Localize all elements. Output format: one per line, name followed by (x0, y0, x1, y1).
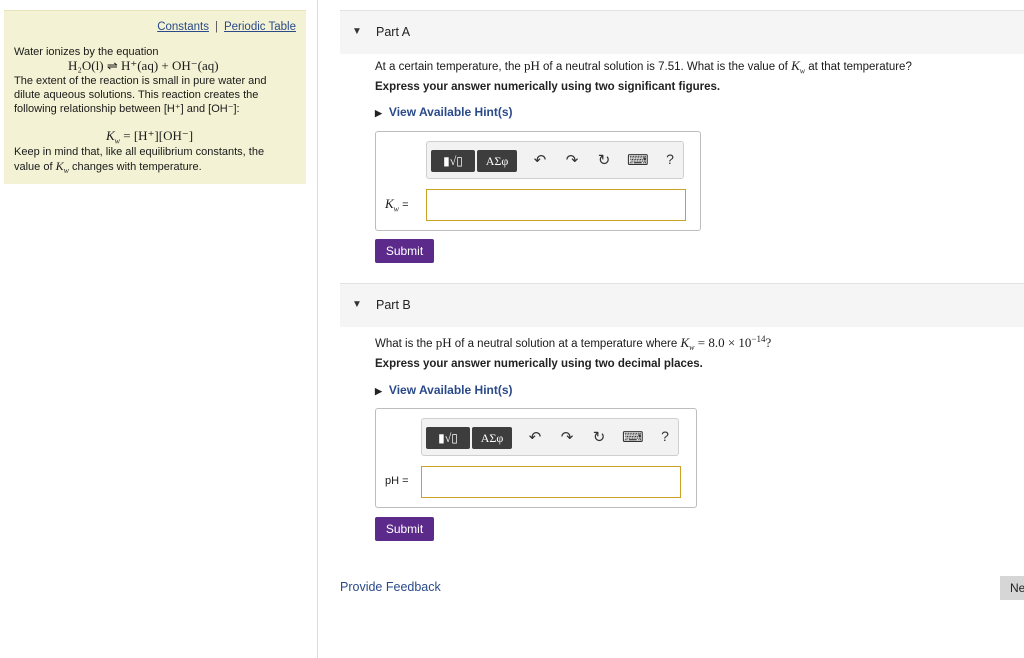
paragraph-2-text-a: value of (14, 161, 56, 173)
undo-icon[interactable]: ↶ (531, 151, 549, 169)
template-button[interactable]: ▮√▯ (431, 150, 475, 172)
intro-text: Water ionizes by the equation (14, 46, 159, 58)
reset-icon[interactable]: ↻ (590, 428, 608, 446)
hint-arrow-icon: ▶ (375, 108, 382, 118)
part-b-submit-button[interactable]: Submit (375, 517, 434, 541)
equals-sign: = (399, 199, 409, 211)
part-b-question-mid: of a neutral solution at a temperature w… (451, 337, 681, 350)
part-a-question-mid: of a neutral solution is 7.51. What is t… (539, 61, 792, 73)
part-b-answer-label: pH = (385, 475, 409, 487)
next-button[interactable]: Ne (1000, 576, 1024, 600)
part-b-title: Part B (376, 298, 411, 312)
paragraph-2-line-2: value of Kw changes with temperature. (14, 159, 302, 178)
paragraph-2-text-b: changes with temperature. (68, 161, 202, 173)
kw-exponent: −14 (751, 334, 766, 344)
undo-icon[interactable]: ↶ (526, 428, 544, 446)
link-separator: | (214, 21, 218, 33)
kw-symbol-label: K (385, 196, 394, 211)
ionization-equation: H₂O(l) ⇌ H⁺(aq) + OH⁻(aq) (68, 58, 219, 73)
paragraph-1-line-3: following relationship between [H⁺] and … (14, 103, 240, 115)
keyboard-icon[interactable]: ⌨ (627, 151, 649, 169)
paragraph-1: The extent of the reaction is small in p… (14, 74, 302, 116)
greek-symbols-button[interactable]: ΑΣφ (472, 427, 512, 449)
part-a-title: Part A (376, 25, 411, 39)
part-a-hint-label: View Available Hint(s) (388, 105, 513, 119)
part-b-answer-input[interactable] (421, 466, 681, 498)
part-a-question-post: at that temperature? (805, 61, 912, 73)
periodic-table-link[interactable]: Periodic Table (224, 21, 296, 33)
part-b-math-toolbar: ▮√▯ ΑΣφ ↶ ↷ ↻ ⌨ ? (421, 418, 679, 456)
kw-value: = 8.0 × 10 (694, 334, 752, 350)
part-b-header[interactable]: ▼ Part B (340, 283, 1024, 327)
part-a-answer-box: ▮√▯ ΑΣφ ↶ ↷ ↻ ⌨ ? Kw = (375, 131, 701, 231)
part-b-hint-label: View Available Hint(s) (388, 383, 513, 397)
kw-symbol: K (106, 128, 115, 143)
part-a-answer-label: Kw = (385, 196, 409, 213)
ph-symbol: pH (523, 58, 540, 73)
provide-feedback-link[interactable]: Provide Feedback (340, 580, 441, 594)
paragraph-2-line-1: Keep in mind that, like all equilibrium … (14, 146, 265, 158)
help-icon[interactable]: ? (661, 151, 679, 167)
part-a-question: At a certain temperature, the pH of a ne… (375, 58, 912, 75)
part-b-question-pre: What is the (375, 337, 436, 350)
paragraph-1-line-1: The extent of the reaction is small in p… (14, 75, 267, 87)
top-links: Constants | Periodic Table (157, 21, 296, 33)
part-b-hint-toggle[interactable]: ▶ View Available Hint(s) (375, 383, 513, 397)
paragraph-1-line-2: dilute aqueous solutions. This reaction … (14, 89, 259, 101)
kw-symbol-a: K (791, 58, 800, 73)
collapse-triangle-icon[interactable]: ▼ (352, 299, 362, 310)
keyboard-icon[interactable]: ⌨ (622, 428, 644, 446)
reset-icon[interactable]: ↻ (595, 151, 613, 169)
part-b-question-post: ? (765, 334, 772, 350)
kw-symbol-inline: K (55, 159, 64, 173)
part-a-submit-button[interactable]: Submit (375, 239, 434, 263)
hint-arrow-icon: ▶ (375, 386, 382, 396)
kw-rhs: = [H⁺][OH⁻] (120, 128, 194, 143)
part-a-math-toolbar: ▮√▯ ΑΣφ ↶ ↷ ↻ ⌨ ? (426, 141, 684, 179)
info-panel: Constants | Periodic Table Water ionizes b… (4, 10, 306, 184)
part-a-header[interactable]: ▼ Part A (340, 10, 1024, 54)
paragraph-2: Keep in mind that, like all equilibrium … (14, 145, 302, 178)
part-a-hint-toggle[interactable]: ▶ View Available Hint(s) (375, 105, 513, 119)
redo-icon[interactable]: ↷ (563, 151, 581, 169)
collapse-triangle-icon[interactable]: ▼ (352, 26, 362, 37)
template-button[interactable]: ▮√▯ (426, 427, 470, 449)
greek-symbols-button[interactable]: ΑΣφ (477, 150, 517, 172)
part-a-answer-input[interactable] (426, 189, 686, 221)
part-a-instruction: Express your answer numerically using tw… (375, 81, 721, 93)
constants-link[interactable]: Constants (157, 21, 209, 33)
part-b-question: What is the pH of a neutral solution at … (375, 334, 771, 352)
part-b-instruction: Express your answer numerically using tw… (375, 358, 703, 370)
kw-equation: Kw = [H⁺][OH⁻] (106, 128, 193, 146)
redo-icon[interactable]: ↷ (558, 428, 576, 446)
vertical-divider (317, 0, 318, 658)
kw-symbol-b: K (680, 334, 690, 350)
part-a-question-pre: At a certain temperature, the (375, 61, 524, 73)
part-b-answer-box: ▮√▯ ΑΣφ ↶ ↷ ↻ ⌨ ? pH = (375, 408, 697, 508)
ph-symbol-b: pH (435, 334, 452, 350)
help-icon[interactable]: ? (656, 428, 674, 444)
